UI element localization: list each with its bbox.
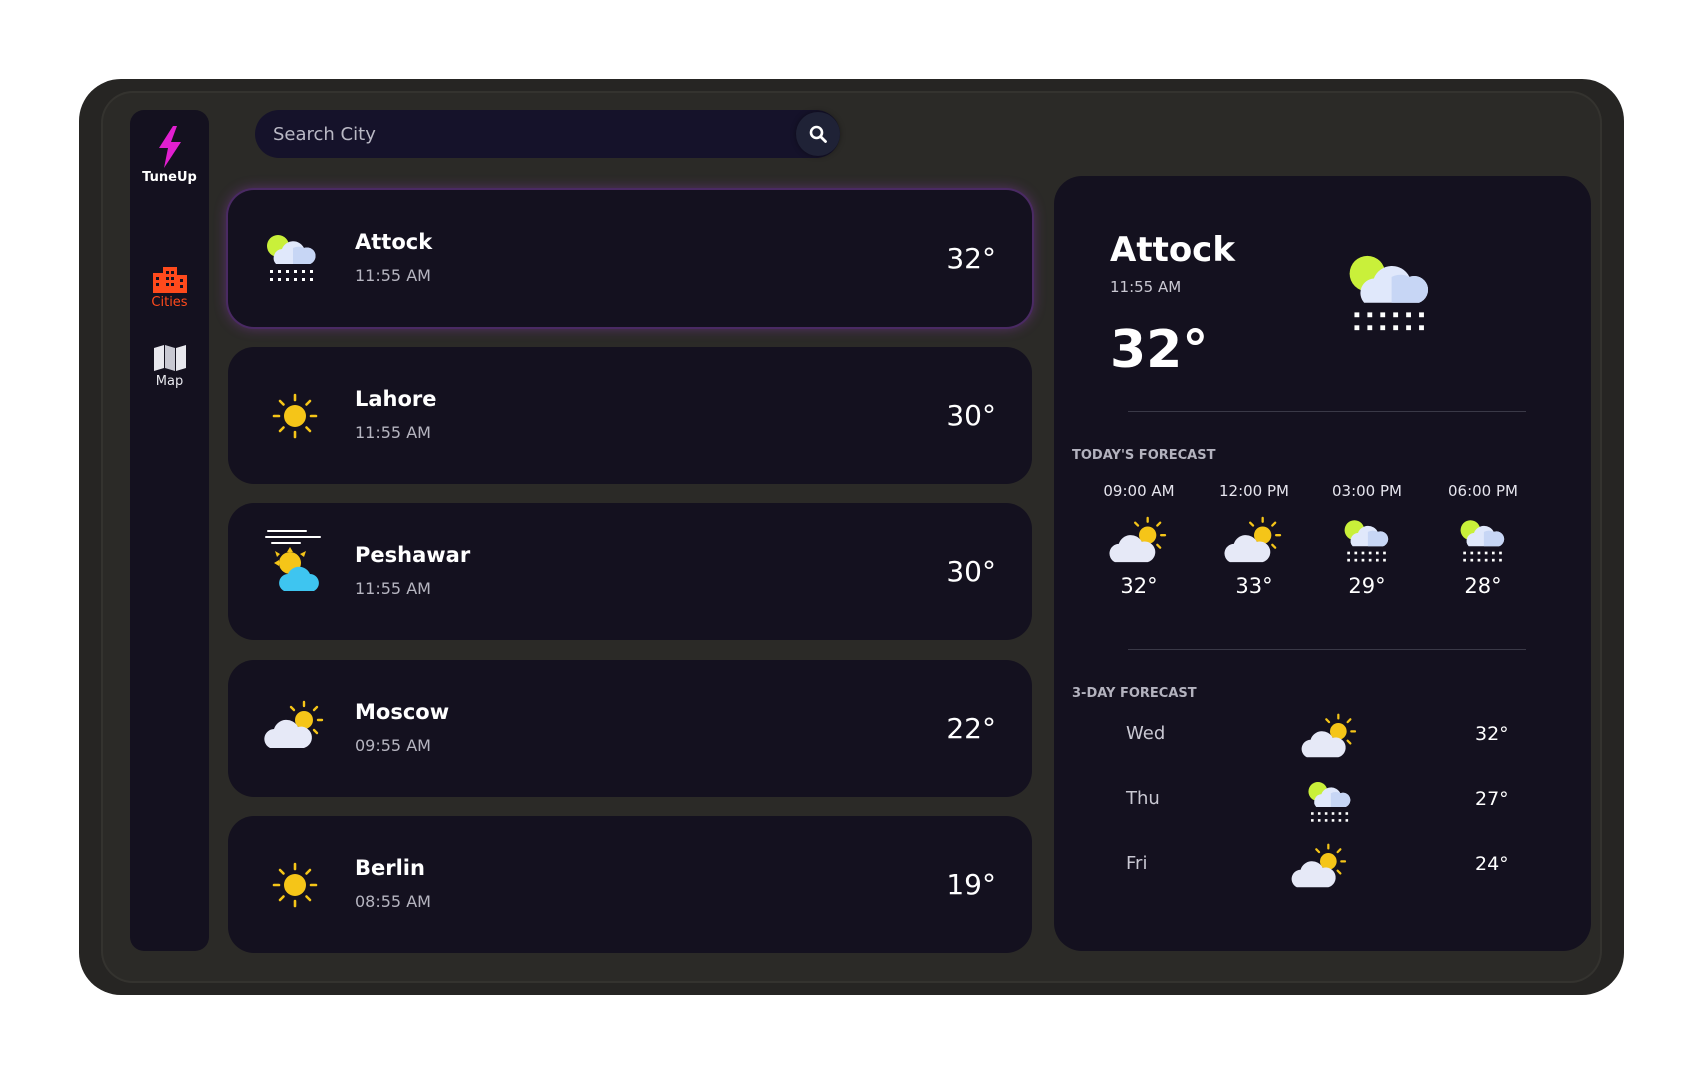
sidebar-item-map[interactable]: Map (130, 344, 209, 389)
hourly-forecast: 09:00 AM 32° 12:00 PM 33° 03:00 PM 29° 0… (1084, 482, 1554, 612)
city-name: Attock (355, 230, 433, 254)
city-temp: 32° (946, 242, 996, 275)
three-day-forecast-title: 3-DAY FORECAST (1072, 686, 1197, 701)
sidebar-item-cities[interactable]: Cities (130, 263, 209, 310)
day-temp: 32° (1475, 723, 1509, 745)
city-name: Berlin (355, 856, 425, 880)
map-icon (153, 345, 186, 371)
sun-cloud-snow-icon (1349, 255, 1429, 331)
app-logo: TuneUp (130, 126, 209, 185)
day-temp: 27° (1475, 788, 1509, 810)
city-temp: 22° (946, 712, 996, 745)
city-temp: 19° (946, 868, 996, 901)
sun-cloud-snow-icon (1308, 782, 1351, 822)
city-time: 11:55 AM (355, 266, 431, 285)
detail-time: 11:55 AM (1110, 278, 1182, 296)
daily-item: Thu 27° (1072, 776, 1562, 826)
building-icon (152, 267, 187, 293)
daily-item: Fri 24° (1072, 841, 1562, 891)
city-card-moscow[interactable]: Moscow 09:55 AM 22° (228, 660, 1032, 797)
hour-temp: 33° (1235, 574, 1273, 598)
hour-temp: 29° (1348, 574, 1386, 598)
sidebar: TuneUp Cities Map (130, 110, 209, 951)
city-detail-panel: Attock 11:55 AM 32° TODAY'S FORECAST 09:… (1054, 176, 1591, 951)
city-time: 09:55 AM (355, 736, 431, 755)
city-card-attock[interactable]: Attock 11:55 AM 32° (228, 190, 1032, 327)
day-temp: 24° (1475, 853, 1509, 875)
hourly-item: 06:00 PM 28° (1428, 482, 1538, 598)
city-card-berlin[interactable]: Berlin 08:55 AM 19° (228, 816, 1032, 953)
city-card-peshawar[interactable]: Peshawar 11:55 AM 30° (228, 503, 1032, 640)
divider (1128, 649, 1526, 650)
detail-city-name: Attock (1110, 230, 1235, 270)
detail-temp: 32° (1110, 320, 1209, 380)
partly-cloudy-icon (1109, 516, 1167, 564)
city-temp: 30° (946, 555, 996, 588)
hour-time: 09:00 AM (1103, 482, 1175, 500)
city-time: 11:55 AM (355, 423, 431, 442)
windy-sun-cloud-icon (265, 530, 321, 592)
sun-cloud-snow-icon (1460, 520, 1505, 562)
hour-time: 03:00 PM (1332, 482, 1402, 500)
divider (1128, 411, 1526, 412)
partly-cloudy-icon (263, 700, 324, 750)
partly-cloudy-icon (1290, 843, 1347, 889)
sun-icon (272, 862, 318, 908)
search-input[interactable] (273, 110, 773, 158)
city-name: Peshawar (355, 543, 471, 567)
day-name: Fri (1126, 853, 1148, 874)
daily-item: Wed 32° (1072, 711, 1562, 761)
sun-cloud-snow-icon (1344, 520, 1389, 562)
hour-temp: 28° (1464, 574, 1502, 598)
today-forecast-title: TODAY'S FORECAST (1072, 448, 1216, 463)
city-temp: 30° (946, 399, 996, 432)
search-button[interactable] (796, 112, 840, 156)
sun-icon (272, 393, 318, 439)
hour-temp: 32° (1120, 574, 1158, 598)
hourly-item: 03:00 PM 29° (1312, 482, 1422, 598)
hour-time: 06:00 PM (1448, 482, 1518, 500)
city-name: Moscow (355, 700, 450, 724)
day-name: Thu (1126, 788, 1160, 809)
day-name: Wed (1126, 723, 1166, 744)
city-name: Lahore (355, 387, 437, 411)
hour-time: 12:00 PM (1219, 482, 1289, 500)
lightning-icon (158, 126, 181, 168)
search-icon (809, 125, 827, 143)
search-bar (255, 110, 840, 158)
city-time: 11:55 AM (355, 579, 431, 598)
app-name: TuneUp (142, 170, 197, 185)
sidebar-item-label: Cities (151, 295, 188, 310)
city-time: 08:55 AM (355, 892, 431, 911)
partly-cloudy-icon (1224, 516, 1282, 564)
sidebar-item-label: Map (155, 374, 184, 389)
sun-cloud-snow-icon (267, 235, 316, 281)
partly-cloudy-icon (1300, 713, 1357, 759)
hourly-item: 12:00 PM 33° (1199, 482, 1309, 598)
city-card-lahore[interactable]: Lahore 11:55 AM 30° (228, 347, 1032, 484)
hourly-item: 09:00 AM 32° (1084, 482, 1194, 598)
